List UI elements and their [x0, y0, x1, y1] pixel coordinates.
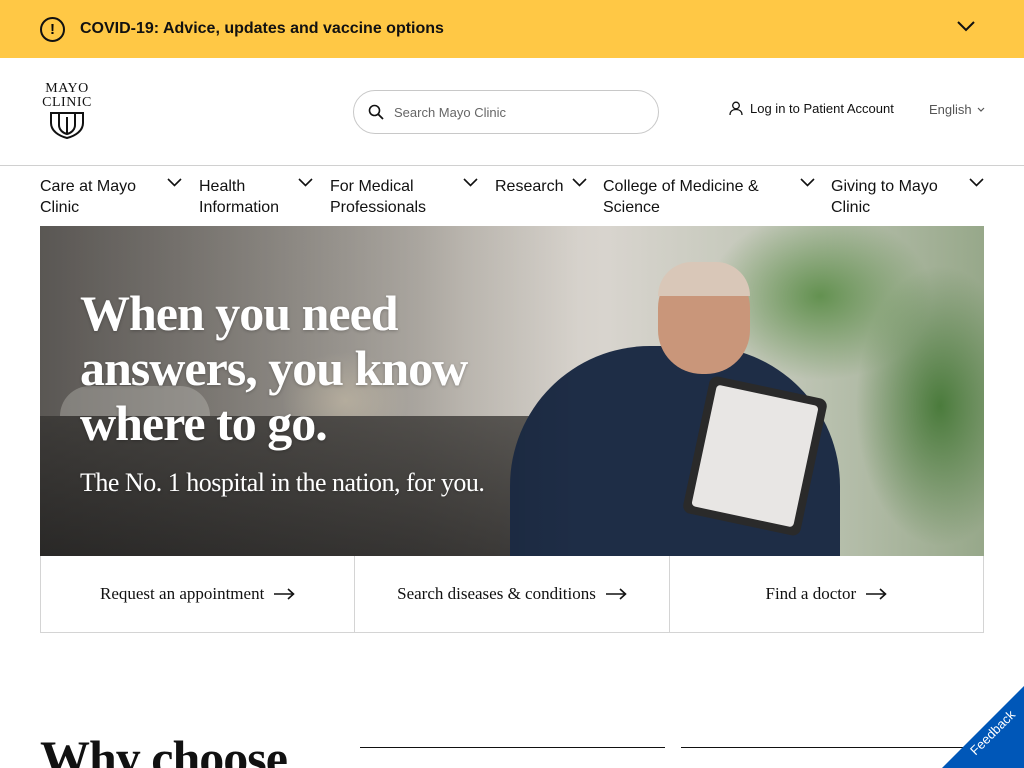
logo-line-2: CLINIC [42, 95, 92, 110]
quick-link-label: Find a doctor [765, 584, 857, 603]
chevron-down-icon[interactable] [167, 178, 182, 187]
section-divider [681, 747, 981, 748]
quick-link-label: Search diseases & conditions [397, 584, 596, 603]
hero-subheadline: The No. 1 hospital in the nation, for yo… [80, 468, 485, 497]
search-diseases-conditions-link[interactable]: Search diseases & conditions [355, 556, 670, 632]
user-icon [729, 101, 743, 116]
arrow-right-icon [605, 588, 627, 600]
find-a-doctor-link[interactable]: Find a doctor [670, 556, 983, 632]
alert-text[interactable]: COVID-19: Advice, updates and vaccine op… [80, 20, 444, 38]
patient-login-link[interactable]: Log in to Patient Account [729, 101, 894, 116]
why-choose-heading: Why choose [40, 730, 288, 768]
chevron-down-icon[interactable] [956, 20, 976, 32]
nav-item-research[interactable]: Research [495, 176, 570, 197]
request-appointment-link[interactable]: Request an appointment [41, 556, 356, 632]
arrow-right-icon [866, 588, 887, 600]
logo-line-1: MAYO [45, 81, 89, 96]
quick-link-label: Request an appointment [100, 584, 265, 603]
chevron-down-icon [977, 107, 985, 112]
chevron-down-icon[interactable] [298, 178, 313, 187]
search-bar[interactable] [353, 90, 659, 134]
chevron-down-icon[interactable] [800, 178, 815, 187]
language-label: English [929, 102, 972, 117]
nav-item-for-medical-professionals[interactable]: For Medical Professionals [330, 176, 445, 218]
hero-image-person-hair [658, 262, 750, 296]
chevron-down-icon[interactable] [572, 178, 587, 187]
nav-item-health-information[interactable]: Health Information [199, 176, 299, 218]
section-divider [360, 747, 665, 748]
hero-headline: When you need answers, you know where to… [80, 285, 468, 451]
search-input[interactable] [394, 104, 634, 120]
arrow-right-icon [274, 588, 296, 600]
shield-logo-icon [50, 112, 84, 140]
main-navigation: Care at Mayo Clinic Health Information F… [0, 166, 1024, 226]
search-icon [368, 104, 384, 120]
chevron-down-icon[interactable] [463, 178, 478, 187]
hero-banner: When you need answers, you know where to… [40, 226, 984, 556]
hero-image-tablet-screen [691, 384, 819, 528]
covid-alert-banner[interactable]: ! COVID-19: Advice, updates and vaccine … [0, 0, 1024, 58]
chevron-down-icon[interactable] [969, 178, 984, 187]
feedback-tab[interactable] [942, 686, 1024, 768]
nav-item-care-at-mayo-clinic[interactable]: Care at Mayo Clinic [40, 176, 160, 218]
site-header: MAYO CLINIC Log in to Patient Account En… [0, 58, 1024, 166]
quick-links: Request an appointment Search diseases &… [40, 556, 984, 633]
nav-item-giving-to-mayo-clinic[interactable]: Giving to Mayo Clinic [831, 176, 956, 218]
nav-item-college-of-medicine-science[interactable]: College of Medicine & Science [603, 176, 783, 218]
login-label: Log in to Patient Account [750, 101, 894, 116]
language-selector[interactable]: English [929, 102, 985, 117]
exclamation-icon: ! [40, 16, 65, 42]
mayo-clinic-logo[interactable]: MAYO CLINIC [40, 82, 94, 142]
